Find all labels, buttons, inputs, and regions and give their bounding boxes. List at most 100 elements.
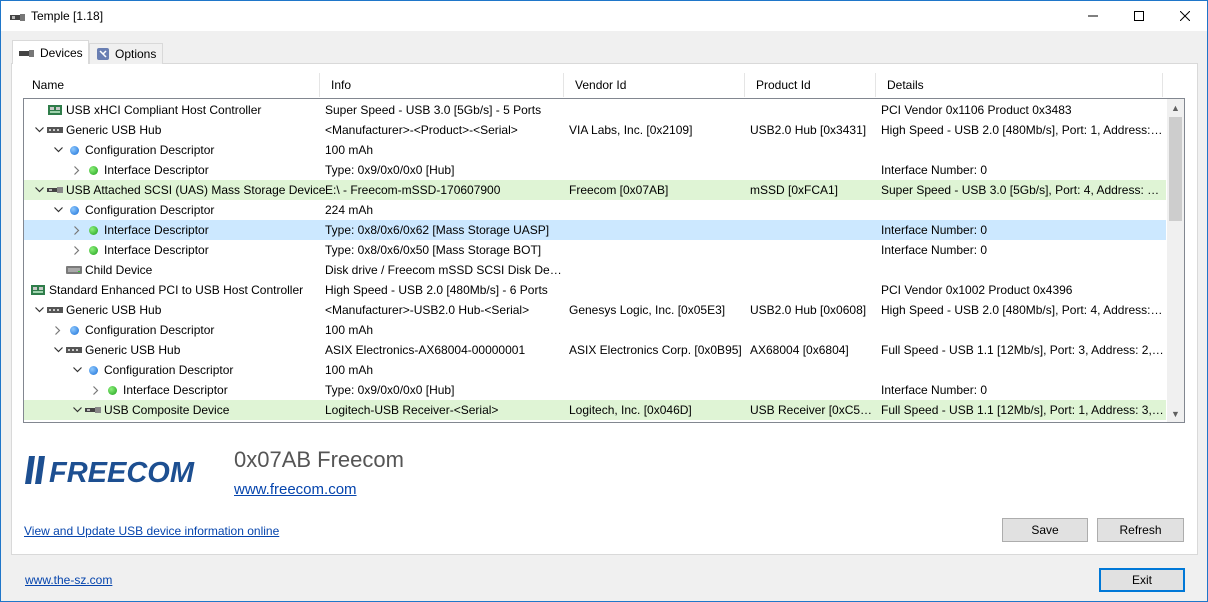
tree-row[interactable]: Configuration Descriptor 100 mAh bbox=[24, 140, 1166, 160]
device-tree[interactable]: USB xHCI Compliant Host Controller Super … bbox=[23, 98, 1185, 423]
tree-row[interactable]: Configuration Descriptor 100 mAh bbox=[24, 320, 1166, 340]
chevron-right-icon[interactable] bbox=[69, 160, 85, 180]
save-button[interactable]: Save bbox=[1002, 518, 1088, 542]
tab-devices[interactable]: Devices bbox=[12, 40, 89, 64]
tree-row[interactable]: Generic USB Hub <Manufacturer>-USB2.0 Hub… bbox=[24, 300, 1166, 320]
scroll-thumb[interactable] bbox=[1169, 117, 1182, 221]
tree-row[interactable]: Standard Enhanced PCI to USB Host Contro… bbox=[24, 280, 1166, 300]
vendor-id-cell: Freecom [0x07AB] bbox=[569, 183, 669, 197]
details-cell: Full Speed - USB 1.1 [12Mb/s], Port: 1, … bbox=[881, 403, 1164, 417]
column-header-details[interactable]: Details bbox=[876, 73, 1163, 97]
tab-options[interactable]: Options bbox=[89, 43, 163, 64]
tree-row-name-cell: Interface Descriptor bbox=[69, 240, 209, 260]
chevron-down-icon[interactable] bbox=[50, 200, 66, 220]
tree-row-name-cell: Generic USB Hub bbox=[50, 340, 180, 360]
site-link[interactable]: www.the-sz.com bbox=[25, 573, 112, 587]
maximize-button[interactable] bbox=[1116, 1, 1162, 31]
app-window: Temple [1.18] Devices Options Name Info … bbox=[0, 0, 1208, 602]
tree-row-label: Standard Enhanced PCI to USB Host Contro… bbox=[49, 283, 304, 297]
tree-row[interactable]: USB xHCI Compliant Host Controller Super … bbox=[24, 100, 1166, 120]
details-cell: PCI Vendor 0x1106 Product 0x3483 bbox=[881, 103, 1072, 117]
column-header-info[interactable]: Info bbox=[320, 73, 564, 97]
disk-drive-icon bbox=[66, 260, 82, 280]
tree-row[interactable]: Configuration Descriptor 224 mAh bbox=[24, 200, 1166, 220]
tree-row-label: Interface Descriptor bbox=[104, 243, 209, 257]
tree-row-label: Interface Descriptor bbox=[123, 383, 228, 397]
details-cell: High Speed - USB 2.0 [480Mb/s], Port: 4,… bbox=[881, 303, 1164, 317]
close-button[interactable] bbox=[1162, 1, 1208, 31]
tree-row[interactable]: Interface Descriptor Type: 0x9/0x0/0x0 [H… bbox=[24, 380, 1166, 400]
column-header-product-id[interactable]: Product Id bbox=[745, 73, 876, 97]
tree-row-label: Generic USB Hub bbox=[66, 303, 162, 317]
details-cell: Interface Number: 0 bbox=[881, 243, 988, 257]
product-id-cell: USB Receiver [0xC52B] bbox=[750, 403, 876, 417]
controller-icon bbox=[47, 100, 63, 120]
tree-row[interactable]: Interface Descriptor Type: 0x8/0x6/0x62 [… bbox=[24, 220, 1166, 240]
chevron-down-icon[interactable] bbox=[31, 300, 47, 320]
tree-row[interactable]: USB Composite Device Logitech-USB Receive… bbox=[24, 400, 1166, 420]
hub-icon bbox=[47, 300, 63, 320]
tree-row-label: Interface Descriptor bbox=[104, 223, 209, 237]
info-cell: High Speed - USB 2.0 [480Mb/s] - 6 Ports bbox=[325, 283, 548, 297]
info-cell: Super Speed - USB 3.0 [5Gb/s] - 5 Ports bbox=[325, 103, 542, 117]
refresh-button[interactable]: Refresh bbox=[1097, 518, 1184, 542]
chevron-right-icon[interactable] bbox=[69, 240, 85, 260]
chevron-down-icon[interactable] bbox=[69, 360, 85, 380]
chevron-right-icon[interactable] bbox=[50, 320, 66, 340]
vendor-id-cell: Genesys Logic, Inc. [0x05E3] bbox=[569, 303, 726, 317]
tree-row[interactable]: Generic USB Hub <Manufacturer>-<Product>-… bbox=[24, 120, 1166, 140]
chevron-down-icon[interactable] bbox=[31, 120, 47, 140]
details-cell: PCI Vendor 0x1002 Product 0x4396 bbox=[881, 283, 1073, 297]
chevron-down-icon[interactable] bbox=[50, 140, 66, 160]
tree-row-name-cell: Configuration Descriptor bbox=[69, 360, 233, 380]
tree-row[interactable]: USB Attached SCSI (UAS) Mass Storage Dev… bbox=[24, 180, 1166, 200]
info-cell: 224 mAh bbox=[325, 203, 374, 217]
tree-row-name-cell: USB xHCI Compliant Host Controller bbox=[31, 100, 261, 120]
usb-plug-icon bbox=[19, 48, 35, 58]
tree-header: Name Info Vendor Id Product Id Details bbox=[21, 73, 1190, 97]
vendor-id-cell: ASIX Electronics Corp. [0x0B95] bbox=[569, 343, 742, 357]
hub-icon bbox=[66, 340, 82, 360]
tree-row[interactable]: Child Device Disk drive / Freecom mSSD SC… bbox=[24, 260, 1166, 280]
exit-button[interactable]: Exit bbox=[1099, 568, 1185, 592]
info-cell: 100 mAh bbox=[325, 143, 374, 157]
chevron-down-icon[interactable] bbox=[50, 340, 66, 360]
info-cell: Logitech-USB Receiver-<Serial> bbox=[325, 403, 499, 417]
tree-row[interactable]: Interface Descriptor Type: 0x8/0x6/0x50 [… bbox=[24, 240, 1166, 260]
tree-row-label: USB xHCI Compliant Host Controller bbox=[66, 103, 262, 117]
info-cell: <Manufacturer>-<Product>-<Serial> bbox=[325, 123, 518, 137]
tree-row[interactable]: Generic USB Hub ASIX Electronics-AX68004-… bbox=[24, 340, 1166, 360]
tree-row-name-cell: Interface Descriptor bbox=[69, 160, 209, 180]
info-cell: Type: 0x9/0x0/0x0 [Hub] bbox=[325, 163, 455, 177]
title-bar: Temple [1.18] bbox=[1, 1, 1207, 31]
product-id-cell: USB2.0 Hub [0x0608] bbox=[750, 303, 867, 317]
minimize-button[interactable] bbox=[1070, 1, 1116, 31]
tree-row-name-cell: Configuration Descriptor bbox=[50, 200, 214, 220]
scroll-up-icon[interactable]: ▲ bbox=[1167, 99, 1184, 116]
green-dot-icon bbox=[104, 380, 120, 400]
vertical-scrollbar[interactable]: ▲ ▼ bbox=[1167, 99, 1184, 422]
tree-row[interactable]: Configuration Descriptor 100 mAh bbox=[24, 360, 1166, 380]
column-header-vendor-id[interactable]: Vendor Id bbox=[564, 73, 745, 97]
tree-row-name-cell: Interface Descriptor bbox=[69, 220, 209, 240]
details-cell: Interface Number: 0 bbox=[881, 383, 988, 397]
tab-options-label: Options bbox=[115, 47, 157, 61]
update-online-link[interactable]: View and Update USB device information o… bbox=[24, 524, 279, 538]
details-cell: Interface Number: 0 bbox=[881, 223, 988, 237]
chevron-right-icon[interactable] bbox=[88, 380, 104, 400]
details-cell: Super Speed - USB 3.0 [5Gb/s], Port: 4, … bbox=[881, 183, 1164, 197]
product-id-cell: mSSD [0xFCA1] bbox=[750, 183, 839, 197]
tree-row[interactable]: Interface Descriptor Type: 0x9/0x0/0x0 [H… bbox=[24, 160, 1166, 180]
vendor-id-cell: Logitech, Inc. [0x046D] bbox=[569, 403, 692, 417]
info-cell: Type: 0x9/0x0/0x0 [Hub] bbox=[325, 383, 455, 397]
chevron-right-icon[interactable] bbox=[69, 220, 85, 240]
chevron-down-icon[interactable] bbox=[31, 180, 47, 200]
chevron-down-icon[interactable] bbox=[69, 400, 85, 420]
info-cell: 100 mAh bbox=[325, 363, 374, 377]
scroll-down-icon[interactable]: ▼ bbox=[1167, 405, 1184, 422]
column-header-name[interactable]: Name bbox=[21, 73, 320, 97]
vendor-website-link[interactable]: www.freecom.com bbox=[234, 481, 357, 498]
blue-dot-icon bbox=[66, 200, 82, 220]
